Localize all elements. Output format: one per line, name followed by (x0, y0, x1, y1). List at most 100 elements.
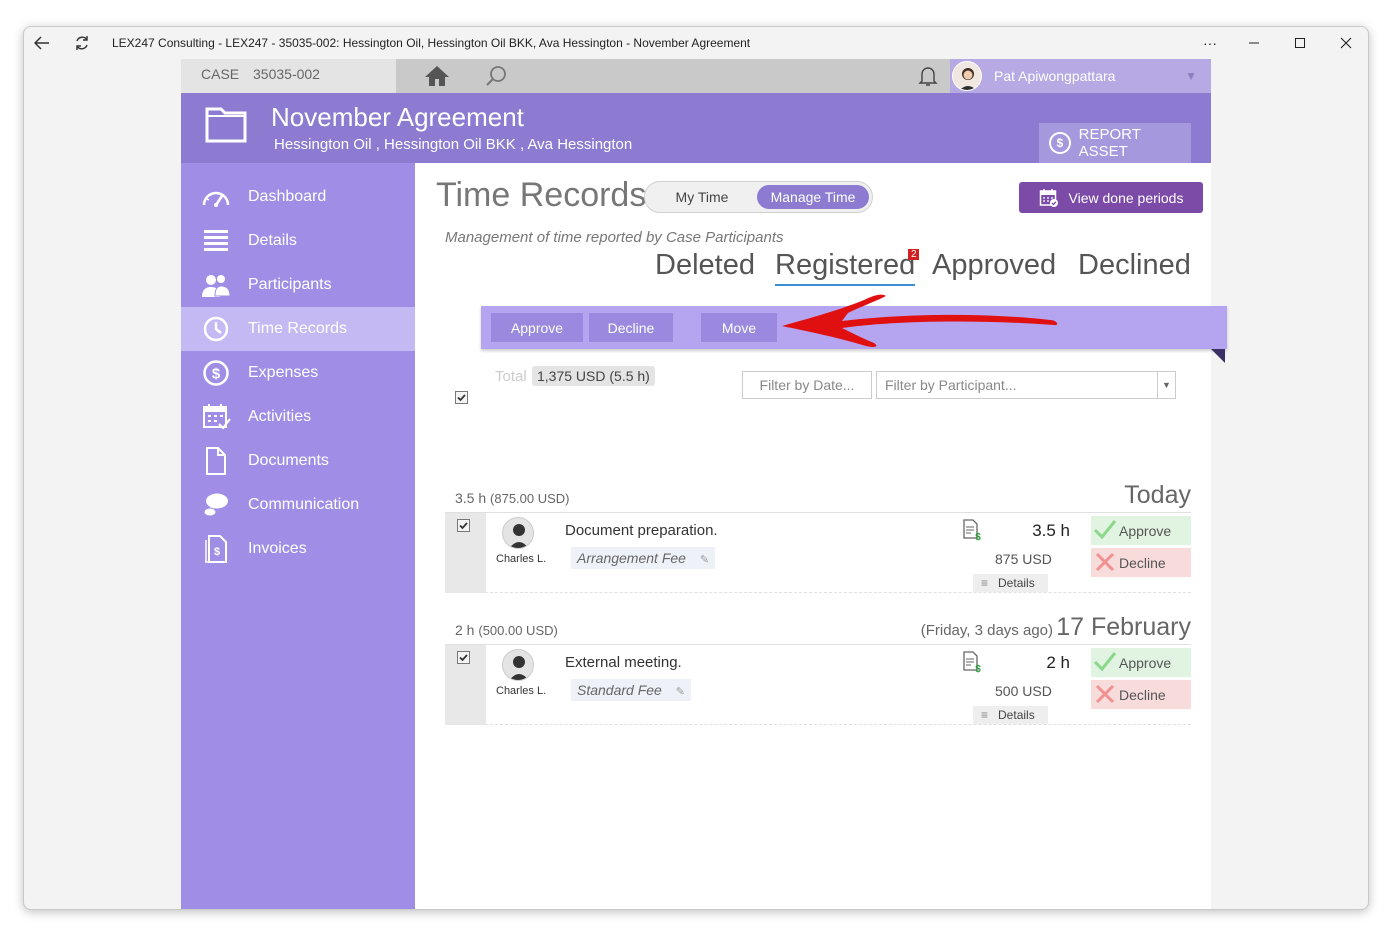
folder-icon (205, 105, 247, 143)
group-header: 3.5 h (875.00 USD) Today (445, 481, 1191, 513)
tab-deleted[interactable]: Deleted (655, 249, 755, 282)
filter-by-participant-select[interactable]: Filter by Participant... ▼ (876, 371, 1176, 399)
calendar-check-icon (1039, 188, 1058, 207)
sidebar-item-activities[interactable]: Activities (181, 395, 415, 439)
dollar-icon: $ (199, 358, 233, 388)
bell-icon[interactable] (916, 64, 940, 88)
invoice-icon: $ (199, 534, 233, 564)
case-title: November Agreement (271, 102, 524, 132)
tab-approved[interactable]: Approved (932, 249, 1056, 282)
approve-selected-button[interactable]: Approve (491, 313, 583, 342)
group-header: 2 h (500.00 USD) (Friday, 3 days ago) 17… (445, 613, 1191, 645)
decline-label: Decline (1119, 686, 1166, 703)
search-icon[interactable] (484, 64, 508, 88)
dollar-icon: $ (1049, 132, 1071, 154)
avatar (952, 61, 982, 91)
x-icon (1095, 684, 1115, 704)
tab-registered[interactable]: Registered 2 (775, 249, 920, 286)
approve-label: Approve (1119, 522, 1172, 539)
decline-button[interactable]: Decline (1091, 548, 1191, 577)
document-dollar-icon[interactable]: $ (962, 519, 982, 543)
case-label: CASE (201, 66, 240, 82)
close-icon[interactable] (1334, 31, 1358, 55)
select-all-checkbox[interactable] (455, 391, 468, 404)
move-selected-button[interactable]: Move (701, 313, 777, 342)
sidebar-item-label: Documents (248, 452, 329, 469)
group-amount: (875.00 USD) (490, 491, 570, 506)
refresh-icon[interactable] (72, 33, 92, 53)
approve-button[interactable]: Approve (1091, 648, 1191, 677)
minimize-icon[interactable] (1242, 31, 1266, 55)
approve-button[interactable]: Approve (1091, 516, 1191, 545)
check-icon (1093, 652, 1117, 672)
table-row: Charles L. Document preparation. Arrange… (445, 513, 1191, 593)
manage-time-option[interactable]: Manage Time (757, 185, 869, 209)
sidebar-item-label: Details (248, 232, 297, 249)
person-avatar-icon (502, 517, 534, 549)
row-checkbox[interactable] (457, 651, 470, 664)
fee-type[interactable]: Arrangement Fee ✎ (571, 547, 716, 569)
details-button[interactable]: ≡ Details (973, 706, 1048, 724)
chevron-down-icon: ▼ (1185, 69, 1197, 83)
user-name: Pat Apiwongpattara (994, 68, 1116, 84)
person-name: Charles L. (496, 553, 547, 565)
sidebar-item-label: Communication (248, 496, 360, 513)
tab-registered-label: Registered (775, 249, 916, 281)
sidebar-item-communication[interactable]: Communication (181, 483, 415, 527)
my-time-option[interactable]: My Time (648, 185, 756, 209)
svg-text:$: $ (975, 532, 981, 541)
document-dollar-icon[interactable]: $ (962, 651, 982, 675)
details-button[interactable]: ≡ Details (973, 574, 1048, 592)
sidebar: Dashboard Details Participants Time Reco… (181, 163, 415, 909)
app-root: CASE 35035-002 Pat Apiwongpattara ▼ Nove… (181, 59, 1227, 909)
details-icon (199, 226, 233, 256)
record-hours: 2 h (1046, 653, 1070, 672)
x-icon (1095, 552, 1115, 572)
back-arrow-icon[interactable] (32, 33, 52, 53)
fee-type-label: Arrangement Fee (577, 550, 686, 566)
record-amount: 500 USD (995, 683, 1052, 699)
view-done-periods-button[interactable]: View done periods (1019, 182, 1203, 213)
annotation-arrow-icon (782, 294, 1058, 347)
sidebar-item-dashboard[interactable]: Dashboard (181, 175, 415, 219)
decline-selected-button[interactable]: Decline (589, 313, 673, 342)
case-header: November Agreement Hessington Oil , Hess… (181, 93, 1211, 163)
filter-by-date-input[interactable]: Filter by Date... (742, 371, 872, 399)
case-clients: Hessington Oil , Hessington Oil BKK , Av… (274, 136, 633, 153)
menu-lines-icon: ≡ (981, 708, 989, 722)
report-asset-button[interactable]: $ REPORT ASSET (1039, 123, 1191, 163)
fee-type[interactable]: Standard Fee ✎ (571, 679, 691, 701)
svg-text:$: $ (214, 546, 220, 558)
pencil-icon[interactable]: ✎ (700, 554, 709, 566)
filter-participant-placeholder: Filter by Participant... (885, 377, 1017, 393)
sidebar-item-participants[interactable]: Participants (181, 263, 415, 307)
record-description: External meeting. (565, 654, 682, 671)
fee-type-label: Standard Fee (577, 682, 662, 698)
page-title: Time Records (436, 176, 647, 214)
pencil-icon[interactable]: ✎ (676, 686, 685, 698)
decline-button[interactable]: Decline (1091, 680, 1191, 709)
details-label: Details (998, 708, 1035, 722)
maximize-icon[interactable] (1288, 31, 1312, 55)
page-subtitle: Management of time reported by Case Part… (445, 229, 784, 246)
group-hours: 3.5 h (455, 490, 487, 506)
sidebar-item-details[interactable]: Details (181, 219, 415, 263)
sidebar-item-time-records[interactable]: Time Records (181, 307, 415, 351)
check-icon (1093, 520, 1117, 540)
home-icon[interactable] (424, 65, 450, 87)
corner-fold-decoration (1211, 349, 1225, 363)
tab-declined[interactable]: Declined (1078, 249, 1191, 282)
sidebar-item-expenses[interactable]: $ Expenses (181, 351, 415, 395)
sidebar-item-label: Activities (248, 408, 312, 425)
dropdown-arrow-icon[interactable]: ▼ (1157, 372, 1175, 398)
total-label: Total (495, 368, 527, 385)
user-menu[interactable]: Pat Apiwongpattara ▼ (950, 59, 1211, 93)
person-name: Charles L. (496, 685, 547, 697)
more-options-icon[interactable]: ··· (1198, 31, 1222, 55)
case-indicator: CASE 35035-002 (181, 59, 396, 93)
sidebar-item-invoices[interactable]: $ Invoices (181, 527, 415, 571)
sidebar-item-documents[interactable]: Documents (181, 439, 415, 483)
count-badge: 2 (908, 249, 920, 260)
row-checkbox[interactable] (457, 519, 470, 532)
sidebar-item-label: Time Records (248, 320, 347, 337)
